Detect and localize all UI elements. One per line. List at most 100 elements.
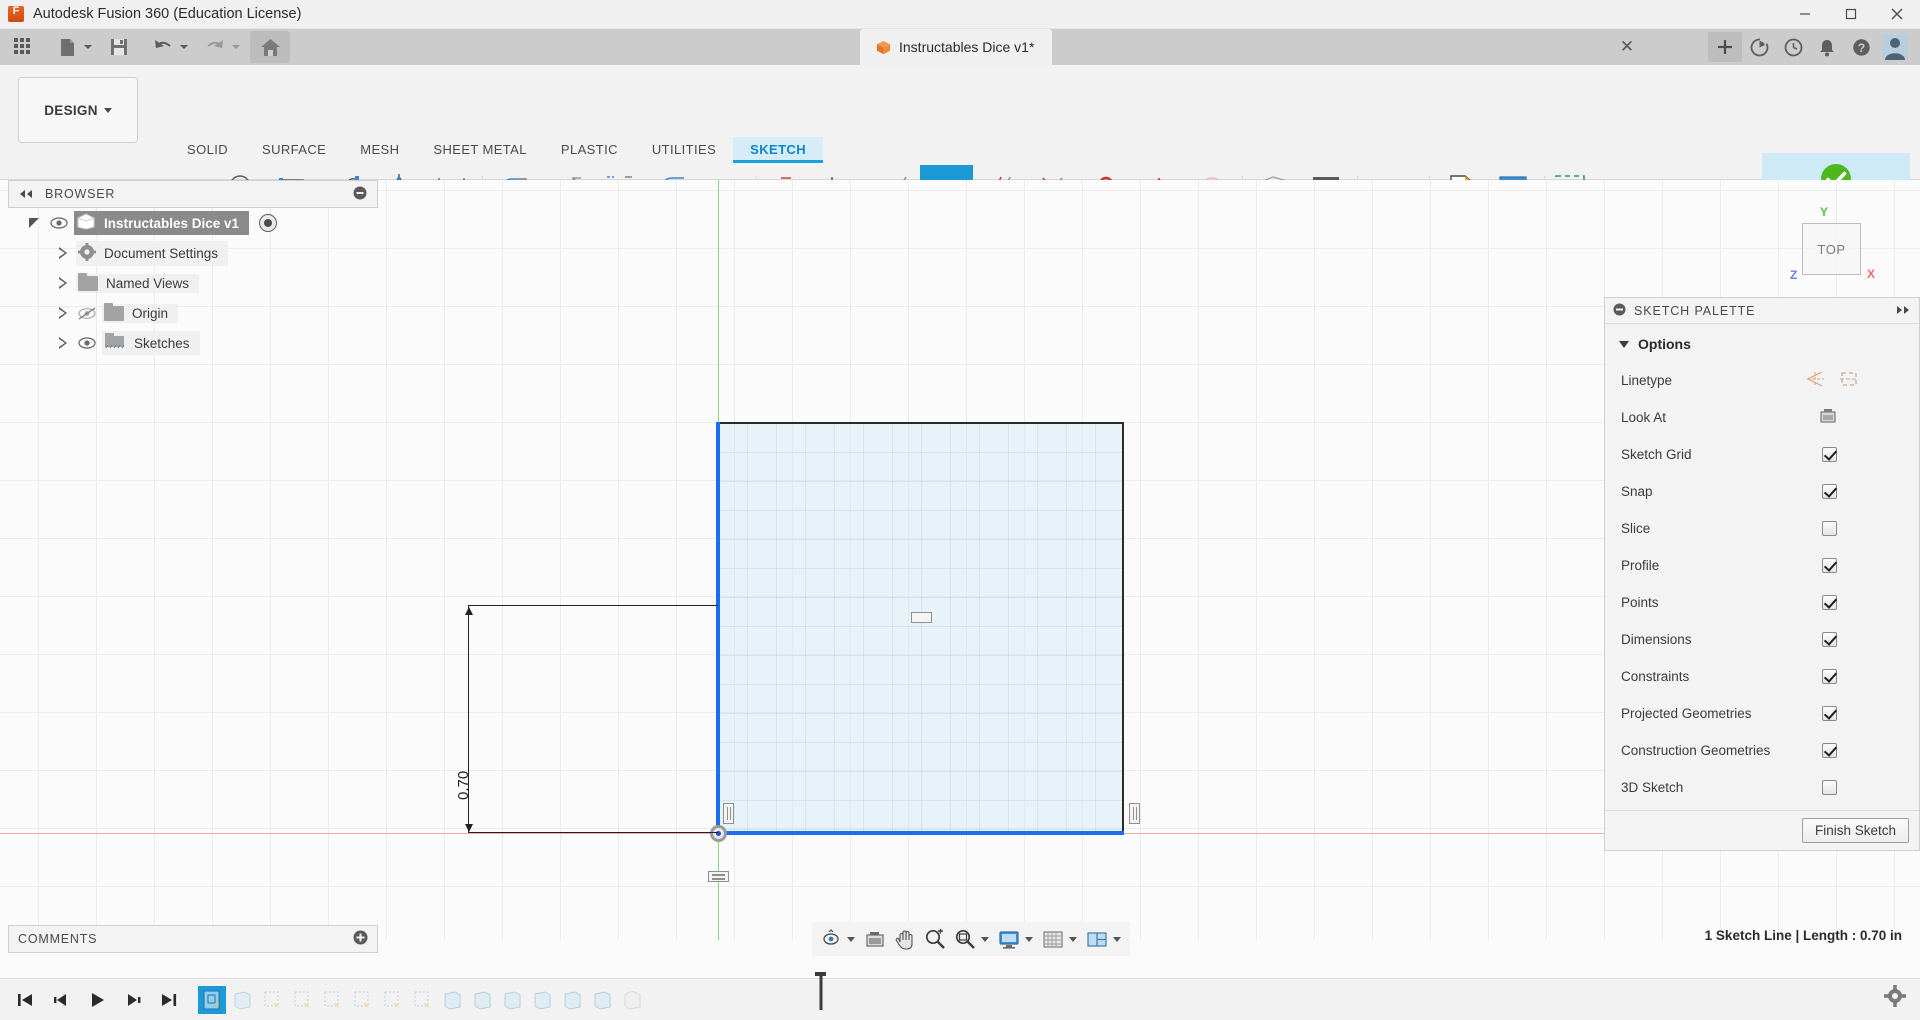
- zoom-fit-icon[interactable]: [950, 924, 980, 954]
- home-icon[interactable]: [250, 31, 290, 63]
- view-cube[interactable]: TOP Y X Z: [1782, 205, 1882, 285]
- sketch-profile-region[interactable]: [718, 423, 1123, 833]
- clock-icon[interactable]: [1776, 32, 1810, 62]
- palette-row-construction-geometries[interactable]: Construction Geometries: [1605, 732, 1919, 769]
- workspace-selector[interactable]: DESIGN: [18, 77, 138, 143]
- browser-row-root[interactable]: Instructables Dice v1: [8, 208, 378, 238]
- go-to-end-button[interactable]: [154, 985, 184, 1015]
- dimensions-checkbox[interactable]: [1822, 632, 1837, 647]
- timeline-item-extrude[interactable]: [558, 986, 586, 1014]
- dimension-value[interactable]: 0.70: [455, 771, 472, 800]
- go-to-beginning-button[interactable]: [10, 985, 40, 1015]
- undo-dropdown-caret[interactable]: [180, 45, 188, 49]
- tab-plastic[interactable]: PLASTIC: [544, 137, 635, 163]
- origin-point[interactable]: [710, 825, 727, 842]
- comments-panel[interactable]: COMMENTS: [8, 925, 378, 953]
- palette-row-points[interactable]: Points: [1605, 584, 1919, 621]
- redo-dropdown-caret[interactable]: [232, 45, 240, 49]
- sketch-grid-checkbox[interactable]: [1822, 447, 1837, 462]
- zoom-in-icon[interactable]: [920, 924, 950, 954]
- orbit-icon[interactable]: [816, 924, 846, 954]
- minus-circle-icon[interactable]: [353, 186, 367, 203]
- sidebar-item-named-views[interactable]: Named Views: [76, 272, 200, 293]
- new-document-icon[interactable]: [52, 32, 82, 62]
- timeline-marker[interactable]: [814, 971, 826, 1016]
- construction-line-icon[interactable]: [1805, 370, 1825, 391]
- slice-checkbox[interactable]: [1822, 521, 1837, 536]
- redo-icon[interactable]: [200, 32, 230, 62]
- palette-row-sketch-grid[interactable]: Sketch Grid: [1605, 436, 1919, 473]
- look-at-icon[interactable]: [1819, 408, 1837, 427]
- constraint-glyph-horizontal-top[interactable]: [911, 612, 932, 623]
- gear-icon[interactable]: [1884, 985, 1906, 1010]
- sketch-line-top[interactable]: [718, 422, 1124, 424]
- viewports-icon[interactable]: [1082, 924, 1112, 954]
- sidebar-item-origin[interactable]: Origin: [102, 302, 179, 323]
- pan-hand-icon[interactable]: [890, 924, 920, 954]
- profile-checkbox[interactable]: [1822, 558, 1837, 573]
- palette-row-snap[interactable]: Snap: [1605, 473, 1919, 510]
- viewports-dropdown-caret[interactable]: [1113, 936, 1121, 942]
- expand-right-icon[interactable]: [1895, 303, 1911, 318]
- expand-triangle-icon[interactable]: [56, 246, 70, 260]
- projected-geometries-checkbox[interactable]: [1822, 706, 1837, 721]
- view-cube-face[interactable]: TOP: [1802, 223, 1861, 275]
- undo-icon[interactable]: [148, 32, 178, 62]
- sidebar-item-instructables-dice[interactable]: Instructables Dice v1: [74, 211, 250, 235]
- construction-geometries-checkbox[interactable]: [1822, 743, 1837, 758]
- palette-row-3d-sketch[interactable]: 3D Sketch: [1605, 769, 1919, 806]
- tab-close-icon[interactable]: ✕: [1615, 35, 1639, 59]
- help-icon[interactable]: ?: [1844, 32, 1878, 62]
- monitor-icon[interactable]: [994, 924, 1024, 954]
- step-forward-button[interactable]: [118, 985, 148, 1015]
- job-status-icon[interactable]: [1742, 32, 1776, 62]
- timeline-item-extrude[interactable]: [498, 986, 526, 1014]
- tab-solid[interactable]: SOLID: [170, 137, 245, 163]
- look-at-icon[interactable]: [860, 924, 890, 954]
- 3d-sketch-checkbox[interactable]: [1822, 780, 1837, 795]
- snap-checkbox[interactable]: [1822, 484, 1837, 499]
- timeline-item-sketch[interactable]: [318, 986, 346, 1014]
- timeline-item-extrude[interactable]: [588, 986, 616, 1014]
- tab-sketch[interactable]: SKETCH: [733, 137, 824, 163]
- constraints-checkbox[interactable]: [1822, 669, 1837, 684]
- timeline-item-sketch[interactable]: [258, 986, 286, 1014]
- options-section-header[interactable]: Options: [1605, 330, 1919, 362]
- zoom-fit-dropdown-caret[interactable]: [981, 936, 989, 942]
- timeline-item-extrude[interactable]: [438, 986, 466, 1014]
- minimize-icon[interactable]: [1782, 0, 1828, 29]
- timeline-item-sketch-active[interactable]: [198, 985, 226, 1014]
- visibility-eye-off-icon[interactable]: [76, 304, 98, 322]
- collapse-left-icon[interactable]: [19, 187, 33, 202]
- maximize-icon[interactable]: [1828, 0, 1874, 29]
- new-document-dropdown-caret[interactable]: [84, 45, 92, 49]
- close-icon[interactable]: [1874, 0, 1920, 29]
- bell-icon[interactable]: [1810, 32, 1844, 62]
- display-settings-dropdown-caret[interactable]: [1025, 936, 1033, 942]
- plus-icon[interactable]: [1708, 32, 1742, 62]
- palette-row-slice[interactable]: Slice: [1605, 510, 1919, 547]
- tab-mesh[interactable]: MESH: [343, 137, 416, 163]
- browser-row-document-settings[interactable]: Document Settings: [8, 238, 378, 268]
- palette-row-constraints[interactable]: Constraints: [1605, 658, 1919, 695]
- timeline-item-sketch[interactable]: [348, 986, 376, 1014]
- timeline-item-extrude[interactable]: [468, 986, 496, 1014]
- tab-utilities[interactable]: UTILITIES: [635, 137, 733, 163]
- browser-row-named-views[interactable]: Named Views: [8, 268, 378, 298]
- app-grid-icon[interactable]: [8, 32, 38, 62]
- timeline-item-extrude[interactable]: [228, 986, 256, 1014]
- plus-circle-icon[interactable]: [353, 930, 368, 948]
- orbit-dropdown-caret[interactable]: [847, 936, 855, 942]
- timeline-item-sketch[interactable]: [408, 986, 436, 1014]
- expand-triangle-icon[interactable]: [56, 276, 70, 290]
- save-icon[interactable]: [104, 32, 134, 62]
- sidebar-item-sketches[interactable]: Sketches: [102, 331, 200, 355]
- grid-icon[interactable]: [1038, 924, 1068, 954]
- timeline-item-extrude[interactable]: [528, 986, 556, 1014]
- tab-sheet-metal[interactable]: SHEET METAL: [416, 137, 544, 163]
- expand-triangle-icon[interactable]: [56, 336, 70, 350]
- browser-row-origin[interactable]: Origin: [8, 298, 378, 328]
- visibility-eye-icon[interactable]: [48, 214, 70, 232]
- visibility-eye-icon[interactable]: [76, 334, 98, 352]
- sketch-line-left-selected[interactable]: [716, 422, 720, 834]
